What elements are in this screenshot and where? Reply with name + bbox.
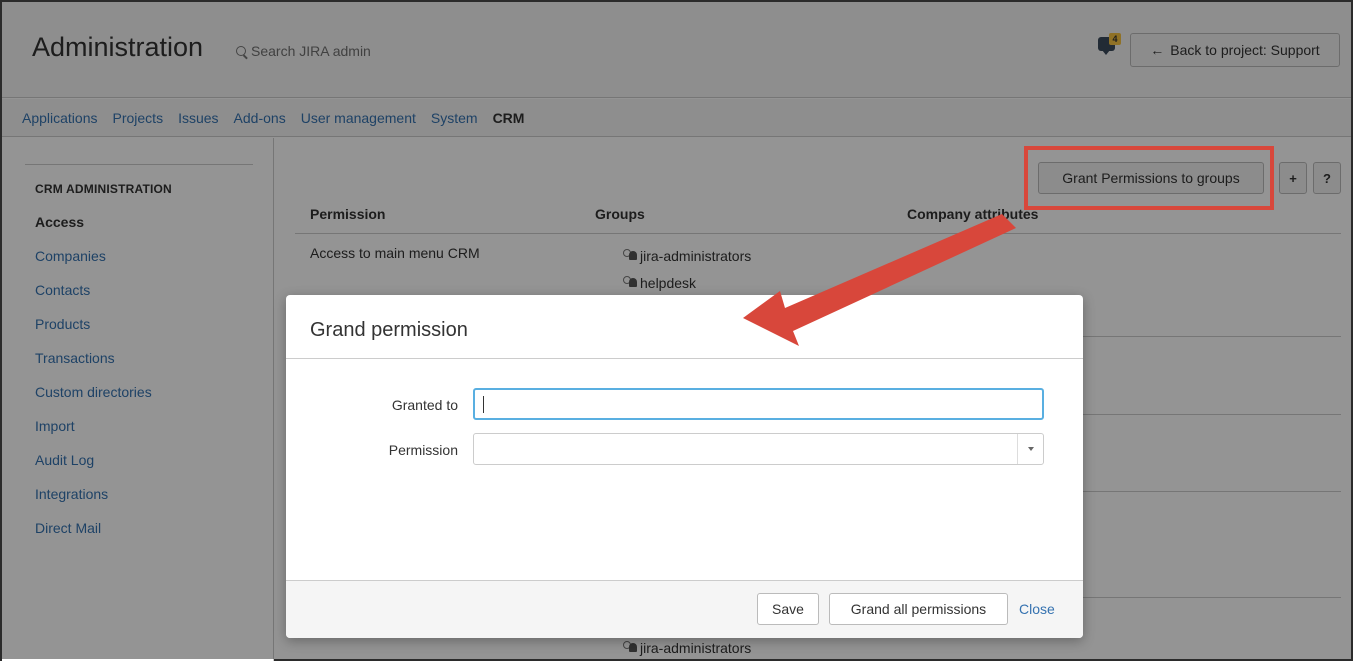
annotation-arrow-shape — [743, 214, 1016, 346]
annotation-arrow — [743, 214, 1016, 346]
